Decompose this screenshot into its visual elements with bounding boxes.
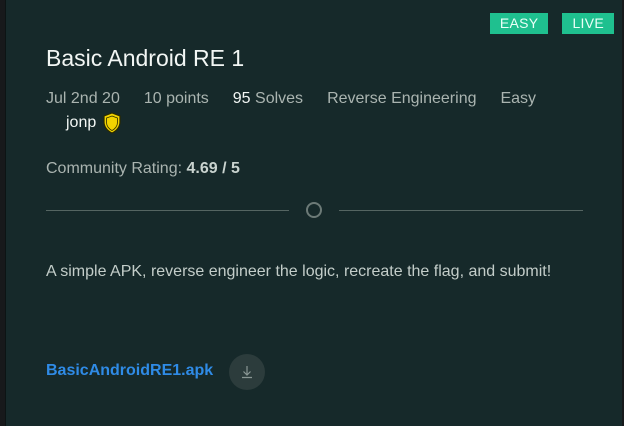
download-button[interactable] <box>229 354 265 390</box>
loading-circle-icon <box>306 202 322 218</box>
solves-label: Solves <box>255 90 304 107</box>
challenge-card: EASY LIVE Basic Android RE 1 Jul 2nd 20 … <box>5 0 622 426</box>
author-name[interactable]: jonp <box>66 114 96 132</box>
challenge-difficulty: Easy <box>500 90 537 107</box>
download-icon <box>242 366 252 379</box>
challenge-date: Jul 2nd 20 <box>46 90 120 107</box>
shield-icon <box>103 112 121 134</box>
challenge-category[interactable]: Reverse Engineering <box>327 90 476 108</box>
status-badge: LIVE <box>562 13 614 34</box>
badge-group: EASY LIVE <box>489 13 614 34</box>
challenge-title: Basic Android RE 1 <box>46 45 245 71</box>
file-download-link[interactable]: BasicAndroidRE1.apk <box>46 362 213 380</box>
challenge-meta: Jul 2nd 20 10 points 95 Solves Reverse E… <box>46 90 560 108</box>
difficulty-badge: EASY <box>489 13 549 34</box>
rating-label: Community Rating: <box>46 160 183 177</box>
divider-left <box>46 210 289 211</box>
challenge-solves: 95 Solves <box>233 90 303 108</box>
challenge-author[interactable]: jonp <box>66 112 122 134</box>
challenge-points: 10 points <box>143 90 209 107</box>
solves-count: 95 <box>232 90 251 107</box>
rating-value: 4.69 / 5 <box>186 160 240 177</box>
divider-right <box>339 210 583 211</box>
challenge-description: A simple APK, reverse engineer the logic… <box>46 263 552 280</box>
community-rating: Community Rating: 4.69 / 5 <box>46 160 240 178</box>
